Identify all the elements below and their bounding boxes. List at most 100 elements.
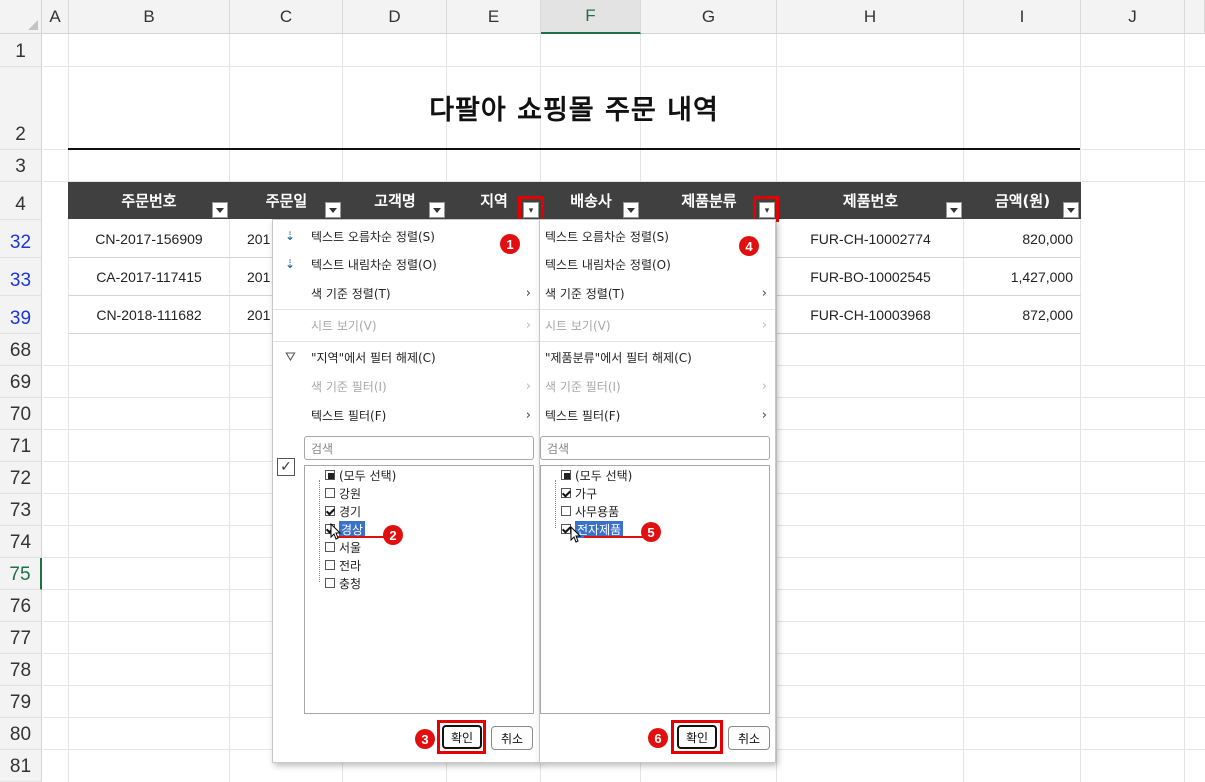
chevron-right-icon: ›	[525, 407, 531, 423]
row-header-32[interactable]: 32	[0, 220, 42, 258]
filter-dropdown-shipper[interactable]	[623, 202, 639, 218]
category-value-list[interactable]: (모두 선택) 가구 사무용품 전자제품	[540, 465, 770, 714]
col-header-f[interactable]: F	[541, 0, 641, 34]
row-header-75[interactable]: 75	[0, 558, 42, 590]
col-header-g[interactable]: G	[641, 0, 777, 34]
checkbox[interactable]	[325, 578, 335, 588]
checkbox[interactable]	[561, 488, 571, 498]
checkbox[interactable]	[325, 488, 335, 498]
row-header-77[interactable]: 77	[0, 622, 42, 654]
menu-text-filter[interactable]: 텍스트 필터(F) ›	[540, 401, 775, 429]
filter-dropdown-product-no[interactable]	[946, 202, 962, 218]
row-header-39[interactable]: 39	[0, 296, 42, 334]
header-order-date-label: 주문일	[265, 192, 308, 210]
row-header-73[interactable]: 73	[0, 494, 42, 526]
cell-product-no[interactable]: FUR-CH-10002774	[777, 220, 964, 258]
list-item-label: 경기	[339, 504, 362, 519]
ok-button[interactable]: 확인	[677, 725, 717, 749]
sort-by-color-label: 색 기준 정렬(T)	[311, 286, 391, 301]
search-input[interactable]: 검색	[304, 436, 534, 460]
col-header-b[interactable]: B	[69, 0, 230, 34]
menu-sort-ascending[interactable]: ⇣ 텍스트 오름차순 정렬(S)	[273, 222, 539, 250]
row-header-72[interactable]: 72	[0, 462, 42, 494]
cell-amount[interactable]: 872,000	[964, 296, 1081, 334]
menu-clear-filter[interactable]: ⛛ "지역"에서 필터 해제(C)	[273, 343, 539, 371]
row-header-68[interactable]: 68	[0, 334, 42, 366]
sort-descending-label: 텍스트 내림차순 정렬(O)	[545, 257, 671, 272]
ok-button[interactable]: 확인	[442, 725, 482, 749]
row-header-3[interactable]: 3	[0, 150, 42, 182]
row-header-81[interactable]: 81	[0, 750, 42, 782]
checkmark-icon: ✓	[277, 458, 295, 476]
cell-order-no[interactable]: CN-2017-156909	[68, 220, 230, 258]
region-value-list[interactable]: (모두 선택) 강원 경기 경상 서울 전라 충청	[304, 465, 534, 714]
list-item-select-all[interactable]: (모두 선택)	[561, 466, 632, 484]
row-header-4[interactable]: 4	[0, 182, 42, 220]
cell-product-no[interactable]: FUR-CH-10003968	[777, 296, 964, 334]
row-header-79[interactable]: 79	[0, 686, 42, 718]
chevron-right-icon: ›	[761, 285, 767, 301]
col-header-a[interactable]: A	[42, 0, 69, 34]
list-item[interactable]: 전라	[325, 556, 361, 574]
row-header-69[interactable]: 69	[0, 366, 42, 398]
row-header-74[interactable]: 74	[0, 526, 42, 558]
col-header-e[interactable]: E	[447, 0, 541, 34]
search-input[interactable]: 검색	[540, 436, 770, 460]
checkbox[interactable]	[325, 470, 335, 480]
select-all-corner[interactable]	[0, 0, 42, 34]
filter-dropdown-amount[interactable]	[1063, 202, 1079, 218]
col-header-j[interactable]: J	[1081, 0, 1185, 34]
cell-order-date[interactable]: 201	[230, 296, 273, 334]
filter-dropdown-customer[interactable]	[429, 202, 445, 218]
row-header-1[interactable]: 1	[0, 34, 42, 67]
menu-sort-descending[interactable]: ⇣ 텍스트 내림차순 정렬(O)	[273, 250, 539, 278]
cancel-button[interactable]: 취소	[491, 726, 533, 750]
list-item[interactable]: 경기	[325, 502, 361, 520]
cancel-button[interactable]: 취소	[728, 726, 770, 750]
list-item-label: 강원	[339, 486, 362, 501]
mouse-cursor-icon	[570, 526, 582, 543]
cell-order-no[interactable]: CA-2017-117415	[68, 258, 230, 296]
filter-dropdown-order-no[interactable]	[212, 202, 228, 218]
row-header-71[interactable]: 71	[0, 430, 42, 462]
menu-filter-by-color: 색 기준 필터(I) ›	[273, 372, 539, 400]
checkbox[interactable]	[325, 542, 335, 552]
cell-order-no[interactable]: CN-2018-111682	[68, 296, 230, 334]
list-item[interactable]: 강원	[325, 484, 361, 502]
checkbox[interactable]	[325, 560, 335, 570]
list-item-select-all[interactable]: (모두 선택)	[325, 466, 396, 484]
menu-clear-filter[interactable]: "제품분류"에서 필터 해제(C)	[540, 343, 775, 371]
row-header-80[interactable]: 80	[0, 718, 42, 750]
col-header-i[interactable]: I	[964, 0, 1081, 34]
cell-order-date[interactable]: 201	[230, 258, 273, 296]
menu-text-filter[interactable]: 텍스트 필터(F) ›	[273, 401, 539, 429]
list-item[interactable]: 가구	[561, 484, 597, 502]
col-header-h[interactable]: H	[777, 0, 964, 34]
col-header-next[interactable]	[1185, 0, 1205, 34]
col-header-d[interactable]: D	[343, 0, 447, 34]
sort-descending-label: 텍스트 내림차순 정렬(O)	[311, 257, 437, 272]
text-filter-label: 텍스트 필터(F)	[545, 408, 621, 423]
menu-sort-descending[interactable]: 텍스트 내림차순 정렬(O)	[540, 250, 775, 278]
row-header-70[interactable]: 70	[0, 398, 42, 430]
cell-order-date[interactable]: 201	[230, 220, 273, 258]
cell-amount[interactable]: 820,000	[964, 220, 1081, 258]
menu-sort-by-color[interactable]: 색 기준 정렬(T) ›	[273, 279, 539, 307]
checkbox[interactable]	[561, 470, 571, 480]
filter-dropdown-order-date[interactable]	[325, 202, 341, 218]
checkbox[interactable]	[561, 506, 571, 516]
row-header-33[interactable]: 33	[0, 258, 42, 296]
list-item-label: 전자제품	[575, 520, 624, 538]
cell-amount[interactable]: 1,427,000	[964, 258, 1081, 296]
list-item[interactable]: 사무용품	[561, 502, 619, 520]
list-item[interactable]: 충청	[325, 574, 361, 592]
menu-sort-by-color[interactable]: 색 기준 정렬(T) ›	[540, 279, 775, 307]
checkbox[interactable]	[325, 506, 335, 516]
row-header-76[interactable]: 76	[0, 590, 42, 622]
col-header-c[interactable]: C	[230, 0, 343, 34]
cell-product-no[interactable]: FUR-BO-10002545	[777, 258, 964, 296]
row-header-78[interactable]: 78	[0, 654, 42, 686]
header-region-label: 지역	[480, 192, 508, 210]
row-header-2[interactable]: 2	[0, 67, 42, 150]
chevron-right-icon: ›	[525, 317, 531, 333]
